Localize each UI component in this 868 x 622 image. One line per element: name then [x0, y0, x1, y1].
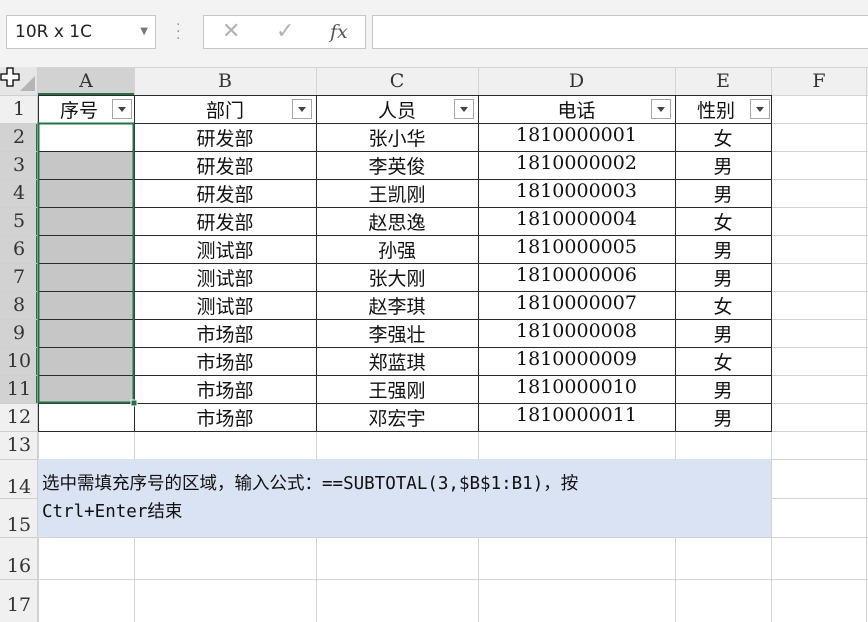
person-cell[interactable]: 孙强 [316, 236, 478, 263]
row-header[interactable]: 7 [0, 266, 38, 288]
row-header[interactable]: 14 [0, 476, 38, 498]
row-header[interactable]: 2 [0, 126, 38, 148]
phone-cell[interactable]: 1810000008 [478, 320, 675, 342]
formula-buttons: ✕ ✓ fx [203, 15, 366, 49]
gender-cell[interactable]: 女 [675, 292, 771, 319]
phone-cell[interactable]: 1810000009 [478, 348, 675, 370]
row-header[interactable]: 17 [0, 594, 38, 616]
column-header-B[interactable]: B [134, 70, 316, 92]
worksheet[interactable]: A B C D E F 1 2 3 4 5 6 7 8 9 10 11 12 1… [0, 67, 868, 622]
dept-cell[interactable]: 市场部 [134, 348, 316, 375]
person-cell[interactable]: 赵思逸 [316, 208, 478, 235]
row-header[interactable]: 11 [0, 378, 38, 400]
gender-cell[interactable]: 男 [675, 264, 771, 291]
person-cell[interactable]: 赵李琪 [316, 292, 478, 319]
filter-dropdown-icon[interactable] [112, 99, 132, 119]
column-header-D[interactable]: D [478, 70, 675, 92]
dept-cell[interactable]: 研发部 [134, 124, 316, 151]
gender-cell[interactable]: 男 [675, 376, 771, 403]
column-header-A[interactable]: A [38, 70, 134, 92]
row-header[interactable]: 5 [0, 210, 38, 232]
note-line-2: Ctrl+Enter结束 [42, 502, 183, 522]
chevron-down-icon[interactable]: ▼ [140, 16, 148, 48]
name-box[interactable]: 10R x 1C ▼ [6, 15, 156, 49]
person-cell[interactable]: 王凯刚 [316, 180, 478, 207]
formula-bar: 10R x 1C ▼ · · · ✕ ✓ fx [0, 0, 868, 67]
person-cell[interactable]: 李英俊 [316, 152, 478, 179]
row-header[interactable]: 13 [0, 434, 38, 456]
column-header-F[interactable]: F [772, 70, 866, 92]
close-icon[interactable]: ✕ [222, 16, 240, 48]
row-header[interactable]: 15 [0, 514, 38, 536]
dept-cell[interactable]: 研发部 [134, 208, 316, 235]
row-header[interactable]: 16 [0, 555, 38, 577]
gender-cell[interactable]: 男 [675, 180, 771, 207]
person-cell[interactable]: 郑蓝琪 [316, 348, 478, 375]
selection-fill [38, 151, 134, 403]
row-header[interactable]: 10 [0, 350, 38, 372]
phone-cell[interactable]: 1810000006 [478, 264, 675, 286]
row-header[interactable]: 9 [0, 322, 38, 344]
row-header[interactable]: 3 [0, 154, 38, 176]
dept-cell[interactable]: 市场部 [134, 404, 316, 431]
note-line-1: 选中需填充序号的区域，输入公式：==SUBTOTAL(3,$B$1:B1)，按 [42, 474, 579, 494]
column-header-E[interactable]: E [675, 70, 771, 92]
phone-cell[interactable]: 1810000001 [478, 124, 675, 146]
gender-cell[interactable]: 女 [675, 348, 771, 375]
header-cell-phone[interactable]: 电话 [478, 96, 675, 123]
header-cell-dept[interactable]: 部门 [134, 96, 316, 123]
gender-cell[interactable]: 男 [675, 236, 771, 263]
dept-cell[interactable]: 市场部 [134, 376, 316, 403]
filter-dropdown-icon[interactable] [750, 99, 770, 119]
phone-cell[interactable]: 1810000010 [478, 376, 675, 398]
row-header[interactable]: 4 [0, 182, 38, 204]
dept-cell[interactable]: 测试部 [134, 292, 316, 319]
phone-cell[interactable]: 1810000003 [478, 180, 675, 202]
person-cell[interactable]: 张小华 [316, 124, 478, 151]
formula-input[interactable] [372, 15, 868, 49]
dept-cell[interactable]: 市场部 [134, 320, 316, 347]
row-header[interactable]: 8 [0, 294, 38, 316]
phone-cell[interactable]: 1810000011 [478, 404, 675, 426]
phone-cell[interactable]: 1810000002 [478, 152, 675, 174]
filter-dropdown-icon[interactable] [651, 99, 671, 119]
phone-cell[interactable]: 1810000007 [478, 292, 675, 314]
dept-cell[interactable]: 测试部 [134, 264, 316, 291]
check-icon[interactable]: ✓ [276, 16, 294, 48]
dept-cell[interactable]: 研发部 [134, 152, 316, 179]
person-cell[interactable]: 王强刚 [316, 376, 478, 403]
gender-cell[interactable]: 男 [675, 404, 771, 431]
filter-dropdown-icon[interactable] [454, 99, 474, 119]
filter-dropdown-icon[interactable] [292, 99, 312, 119]
gender-cell[interactable]: 女 [675, 208, 771, 235]
person-cell[interactable]: 邓宏宇 [316, 404, 478, 431]
name-box-value: 10R x 1C [15, 22, 92, 42]
row-header[interactable]: 12 [0, 406, 38, 428]
phone-cell[interactable]: 1810000004 [478, 208, 675, 230]
gender-cell[interactable]: 女 [675, 124, 771, 151]
gender-cell[interactable]: 男 [675, 152, 771, 179]
fx-icon[interactable]: fx [330, 16, 348, 48]
instruction-note[interactable]: 选中需填充序号的区域，输入公式：==SUBTOTAL(3,$B$1:B1)，按 … [42, 470, 742, 526]
person-cell[interactable]: 李强壮 [316, 320, 478, 347]
dept-cell[interactable]: 研发部 [134, 180, 316, 207]
resize-grip-icon[interactable]: · · · [176, 18, 180, 46]
column-header-C[interactable]: C [316, 70, 478, 92]
phone-cell[interactable]: 1810000005 [478, 236, 675, 258]
dept-cell[interactable]: 测试部 [134, 236, 316, 263]
person-cell[interactable]: 张大刚 [316, 264, 478, 291]
cell-cursor-icon [0, 67, 20, 87]
row-header[interactable]: 1 [0, 98, 38, 120]
gender-cell[interactable]: 男 [675, 320, 771, 347]
row-header[interactable]: 6 [0, 238, 38, 260]
